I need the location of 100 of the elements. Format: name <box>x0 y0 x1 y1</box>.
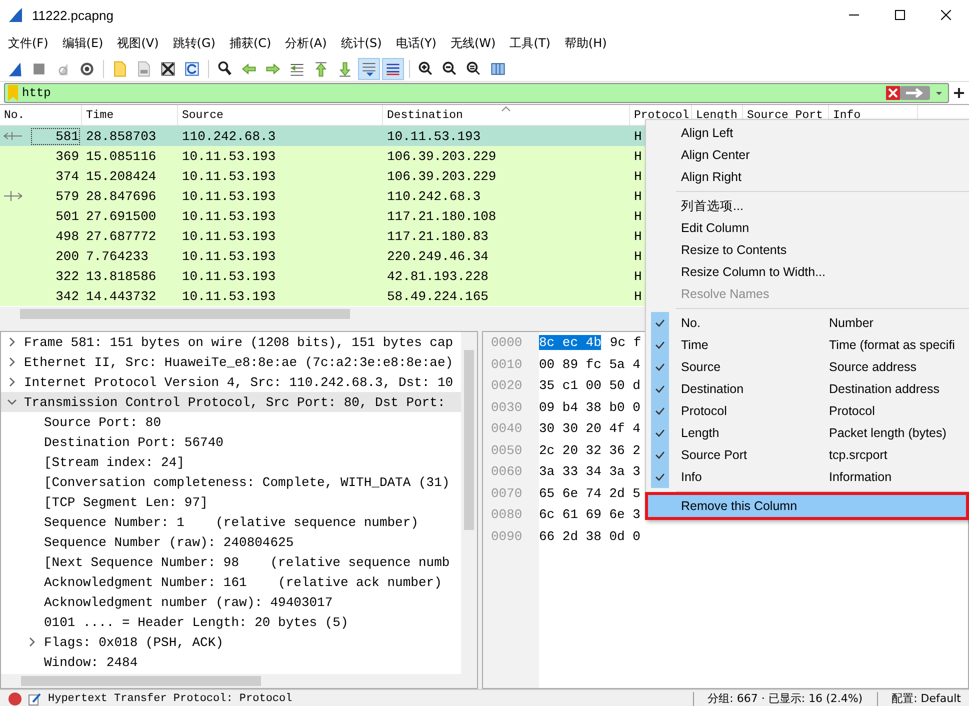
chevron-right-icon[interactable] <box>7 357 17 367</box>
table-cell-text: 117.21.180.83 <box>386 228 490 244</box>
selected-bytes[interactable]: 8c ec 4b <box>539 335 602 350</box>
tree-row[interactable]: Internet Protocol Version 4, Src: 110.242.68.3, Dst: 10 <box>1 372 461 392</box>
offset-text: 0020 <box>491 377 524 396</box>
vertical-scrollbar[interactable] <box>461 332 477 674</box>
menu-item[interactable]: 分析(A) <box>277 34 333 52</box>
add-filter-button[interactable] <box>953 85 965 101</box>
menu-item[interactable]: Destination Destination address <box>648 378 969 400</box>
chevron-down-icon[interactable] <box>7 397 17 407</box>
tree-text: Acknowledgment number (raw): 49403017 <box>44 594 333 610</box>
menu-item[interactable]: Info Information <box>648 466 969 488</box>
table-cell-text: 579 <box>54 188 79 204</box>
check-icon <box>655 451 665 459</box>
table-cell-text: 27.691500 <box>85 208 158 224</box>
offset-text: 0010 <box>491 356 524 374</box>
table-cell-text: 14.443732 <box>85 288 158 304</box>
column-header[interactable]: No. <box>0 105 82 125</box>
table-cell-text: 200 <box>54 248 79 264</box>
table-cell-text: 498 <box>54 228 79 244</box>
menu-description: Packet length (bytes) <box>829 426 946 440</box>
clear-button[interactable] <box>886 85 900 101</box>
table-cell-text: 13.818586 <box>85 268 158 284</box>
column-header[interactable]: Source <box>178 105 383 125</box>
tree-text: [Stream index: 24] <box>44 454 184 470</box>
tree-row[interactable]: Acknowledgment number (raw): 49403017 <box>1 592 461 612</box>
table-cell-text: 27.687772 <box>85 228 158 244</box>
menu-item[interactable]: 无线(W) <box>442 34 502 52</box>
menu-item[interactable]: Remove this Column <box>648 495 966 517</box>
offset-text: 0060 <box>491 463 524 482</box>
menu-item[interactable]: 编辑(E) <box>54 34 110 52</box>
menu-item[interactable]: Align Center <box>648 144 969 166</box>
tree-row[interactable]: Flags: 0x018 (PSH, ACK) <box>1 632 461 652</box>
tree-row[interactable]: [Stream index: 24] <box>1 452 461 472</box>
check-icon <box>655 473 665 481</box>
menu-item[interactable]: 电话(Y) <box>388 34 442 52</box>
table-cell: 581 <box>32 128 79 144</box>
tree-row[interactable]: Acknowledgment Number: 161 (relative ack number) <box>1 572 461 592</box>
horizontal-scrollbar[interactable] <box>1 674 477 688</box>
toolbar-button[interactable] <box>382 58 404 80</box>
tree-row[interactable]: 0101 .... = Header Length: 20 bytes (5) <box>1 612 461 632</box>
table-cell-text: 369 <box>54 148 79 164</box>
gear-icon <box>78 60 96 78</box>
tree-row[interactable]: [TCP Segment Len: 97] <box>1 492 461 512</box>
menu-item[interactable]: 统计(S) <box>332 34 388 52</box>
table-cell-text: 15.085116 <box>85 148 158 164</box>
tree-row[interactable]: Destination Port: 56740 <box>1 432 461 452</box>
tree-text: Window: 2484 <box>44 654 138 670</box>
menu-item[interactable]: 跳转(G) <box>164 34 222 52</box>
table-cell-text: 10.11.53.193 <box>181 288 277 304</box>
menu-description: Destination address <box>829 382 940 396</box>
tree-row[interactable]: Source Port: 80 <box>1 412 461 432</box>
chevron-right-icon[interactable] <box>7 377 17 387</box>
menu-item[interactable]: 文件(F) <box>0 34 54 52</box>
tree-row[interactable]: Ethernet II, Src: HuaweiTe_e8:8e:ae (7c:a2:3e:e8:8e:ae) <box>1 352 461 372</box>
menu-item[interactable]: 工具(T) <box>502 34 556 52</box>
toolbar-button[interactable] <box>358 58 380 80</box>
table-cell-text: 10.11.53.193 <box>181 268 277 284</box>
check-icon <box>655 407 665 415</box>
apply-button[interactable] <box>900 85 930 101</box>
menu-item[interactable]: No. Number <box>648 312 969 334</box>
profile-label[interactable]: 配置: Default <box>884 691 969 706</box>
tree-row[interactable]: Frame 581: 151 bytes on wire (1208 bits), 151 bytes cap <box>1 332 461 352</box>
menu-description: Protocol <box>829 404 875 418</box>
search-icon <box>216 60 234 78</box>
folder-icon <box>111 60 129 78</box>
table-cell-text: H <box>633 228 643 244</box>
column-header[interactable]: Destination <box>383 105 630 125</box>
menu-item[interactable]: Time Time (format as specifi <box>648 334 969 356</box>
menu-item[interactable]: 帮助(H) <box>556 34 613 52</box>
tree-row[interactable]: [Conversation completeness: Complete, WITH_DATA (31) <box>1 472 461 492</box>
edit-icon[interactable] <box>28 692 42 706</box>
menu-item[interactable]: Source Port tcp.srcport <box>648 444 969 466</box>
chevron-right-icon[interactable] <box>27 637 37 647</box>
menu-description: Time (format as specifi <box>829 338 955 352</box>
tree-text: [TCP Segment Len: 97] <box>44 494 208 510</box>
hex-bytes: 35 c1 00 50 d <box>539 378 640 394</box>
tree-row[interactable]: Sequence Number (raw): 240804625 <box>1 532 461 552</box>
filter-field[interactable]: http <box>4 83 949 103</box>
menu-item[interactable]: 视图(V) <box>109 34 165 52</box>
hex-bytes: 30 30 20 4f 4 <box>539 421 640 436</box>
check-icon <box>655 319 665 327</box>
menu-label: Time <box>680 338 710 352</box>
tree-row[interactable]: Transmission Control Protocol, Src Port: 80, Dst Port: <box>1 392 461 412</box>
table-cell-text: 10.11.53.193 <box>181 208 277 224</box>
tree-row[interactable]: Sequence Number: 1 (relative sequence number) <box>1 512 461 532</box>
tree-text: Transmission Control Protocol, Src Port: 80, Dst Port: <box>24 394 446 410</box>
tree-row[interactable]: Window: 2484 <box>1 652 461 672</box>
tree-text: Sequence Number (raw): 240804625 <box>44 534 294 550</box>
menu-item[interactable]: 捕获(C) <box>221 34 278 52</box>
menu-item[interactable]: Align Right <box>648 166 969 188</box>
menu-label: Info <box>680 470 703 484</box>
menu-item[interactable]: Protocol Protocol <box>648 400 969 422</box>
column-header[interactable]: Time <box>82 105 178 125</box>
tree-row[interactable]: [Next Sequence Number: 98 (relative sequence numb <box>1 552 461 572</box>
table-cell-text: 10.11.53.193 <box>181 148 277 164</box>
status-icon[interactable] <box>8 692 22 706</box>
chevron-right-icon[interactable] <box>7 337 17 347</box>
menu-item[interactable]: Source Source address <box>648 356 969 378</box>
menu-item[interactable]: Length Packet length (bytes) <box>648 422 969 444</box>
